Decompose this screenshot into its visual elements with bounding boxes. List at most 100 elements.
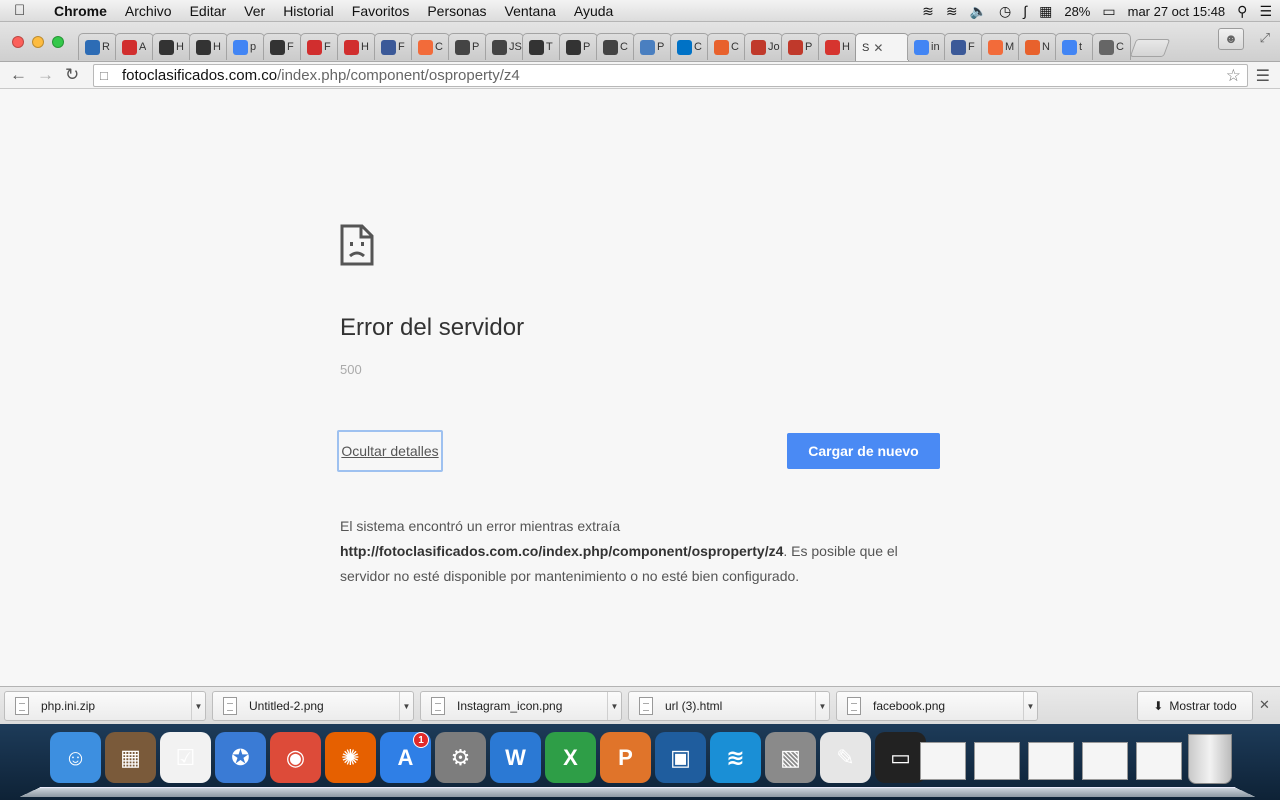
tab[interactable]: T (522, 33, 561, 60)
tab[interactable]: P (448, 33, 487, 60)
tab[interactable]: P (633, 33, 672, 60)
menu-editar[interactable]: Editar (181, 3, 236, 19)
menu-ver[interactable]: Ver (235, 3, 274, 19)
hide-details-button[interactable]: Ocultar detalles (337, 430, 443, 472)
close-tab-icon[interactable]: ✕ (873, 41, 883, 55)
menu-ayuda[interactable]: Ayuda (565, 3, 622, 19)
download-menu-arrow-icon[interactable]: ▼ (815, 692, 829, 720)
tab[interactable]: A (115, 33, 154, 60)
menu-ventana[interactable]: Ventana (496, 3, 565, 19)
trash-icon[interactable] (1188, 734, 1232, 784)
bose-connect-icon[interactable]: ≋ (710, 732, 761, 783)
bluetooth-icon[interactable]: ∫ (1023, 3, 1027, 19)
new-tab-button[interactable] (1129, 39, 1171, 57)
minimized-window-thumbnail[interactable] (1082, 742, 1128, 780)
download-item[interactable]: facebook.png ▼ (836, 691, 1038, 721)
download-menu-arrow-icon[interactable]: ▼ (191, 692, 205, 720)
virtualbox-icon[interactable]: ▣ (655, 732, 706, 783)
screen-capture-icon[interactable]: ▭ (875, 732, 926, 783)
clock[interactable]: mar 27 oct 15:48 (1128, 4, 1226, 19)
powerpoint-icon[interactable]: P (600, 732, 651, 783)
finder-icon[interactable]: ☺ (50, 732, 101, 783)
chrome-icon[interactable]: ◉ (270, 732, 321, 783)
app-store-icon[interactable]: A1 (380, 732, 431, 783)
tab[interactable]: C (670, 33, 709, 60)
notification-center-icon[interactable]: ☰ (1259, 3, 1272, 20)
download-item[interactable]: php.ini.zip ▼ (4, 691, 206, 721)
minimized-window-thumbnail[interactable] (920, 742, 966, 780)
apple-menu-icon[interactable]:  (14, 2, 42, 19)
menu-archivo[interactable]: Archivo (116, 3, 181, 19)
volume-icon[interactable]: 🔈 (970, 3, 987, 20)
firefox-icon[interactable]: ✺ (325, 732, 376, 783)
tab[interactable]: P (781, 33, 820, 60)
close-window-button[interactable] (12, 36, 24, 48)
input-flag-icon[interactable]: ▦ (1039, 3, 1052, 20)
minimized-window-thumbnail[interactable] (1136, 742, 1182, 780)
minimize-window-button[interactable] (32, 36, 44, 48)
fullscreen-icon[interactable]: ⤢ (1260, 30, 1270, 46)
tab[interactable]: t (1055, 33, 1094, 60)
download-menu-arrow-icon[interactable]: ▼ (607, 692, 621, 720)
tab[interactable]: in (907, 33, 946, 60)
chrome-menu-icon[interactable]: ☰ (1256, 66, 1270, 86)
tab[interactable]: H (818, 33, 857, 60)
tab[interactable]: H (152, 33, 191, 60)
tab[interactable]: H (189, 33, 228, 60)
tab[interactable]: JS (485, 33, 524, 60)
tab[interactable]: P (559, 33, 598, 60)
profile-button[interactable]: ☻ (1218, 28, 1244, 50)
reminders-icon[interactable]: ☑ (160, 732, 211, 783)
system-preferences-icon[interactable]: ⚙ (435, 732, 486, 783)
download-item[interactable]: Instagram_icon.png ▼ (420, 691, 622, 721)
preview-icon[interactable]: ▧ (765, 732, 816, 783)
back-icon[interactable]: ← (10, 65, 27, 85)
download-item[interactable]: url (3).html ▼ (628, 691, 830, 721)
tab[interactable]: R (78, 33, 117, 60)
minimized-window-thumbnail[interactable] (974, 742, 1020, 780)
tab[interactable]: M (981, 33, 1020, 60)
address-bar[interactable]: □ fotoclasificados.com.co/index.php/comp… (93, 64, 1248, 87)
tab[interactable]: F (263, 33, 302, 60)
menu-personas[interactable]: Personas (418, 3, 495, 19)
show-all-downloads-button[interactable]: ⬇ Mostrar todo (1137, 691, 1253, 721)
tab[interactable]: C (411, 33, 450, 60)
download-item[interactable]: Untitled-2.png ▼ (212, 691, 414, 721)
textedit-icon[interactable]: ✎ (820, 732, 871, 783)
tab[interactable]: H (337, 33, 376, 60)
battery-icon[interactable]: ▭ (1102, 3, 1115, 20)
forward-icon[interactable]: → (37, 65, 54, 85)
time-machine-icon[interactable]: ◷ (999, 3, 1011, 20)
tab[interactable]: p (226, 33, 265, 60)
safari-icon[interactable]: ✪ (215, 732, 266, 783)
spotlight-icon[interactable]: ⚲ (1237, 3, 1247, 20)
photo-booth-icon[interactable]: ▦ (105, 732, 156, 783)
bookmark-star-icon[interactable]: ☆ (1226, 66, 1241, 86)
menu-app-name[interactable]: Chrome (42, 3, 116, 19)
close-downloads-icon[interactable]: ✕ (1259, 697, 1270, 713)
battery-percent[interactable]: 28% (1064, 4, 1090, 19)
tab[interactable]: F (374, 33, 413, 60)
tab[interactable]: F (300, 33, 339, 60)
tab[interactable]: C (707, 33, 746, 60)
menu-favoritos[interactable]: Favoritos (343, 3, 419, 19)
tab[interactable]: C (1092, 33, 1131, 60)
excel-icon[interactable]: X (545, 732, 596, 783)
zoom-window-button[interactable] (52, 36, 64, 48)
reload-button[interactable]: Cargar de nuevo (787, 433, 940, 469)
download-menu-arrow-icon[interactable]: ▼ (399, 692, 413, 720)
tab[interactable]: N (1018, 33, 1057, 60)
wifi-app-icon[interactable]: ≋ (922, 3, 934, 20)
tab-active[interactable]: S ✕ (855, 33, 909, 61)
wifi-icon[interactable]: ≋ (946, 3, 958, 20)
menu-historial[interactable]: Historial (274, 3, 343, 19)
tab[interactable]: C (596, 33, 635, 60)
reload-icon[interactable]: ↻ (65, 65, 79, 85)
tab-title: R (102, 41, 110, 53)
word-icon[interactable]: W (490, 732, 541, 783)
download-menu-arrow-icon[interactable]: ▼ (1023, 692, 1037, 720)
tab[interactable]: F (944, 33, 983, 60)
tab[interactable]: Jo (744, 33, 783, 60)
error-page: Error del servidor 500 Ocultar detalles … (0, 90, 1280, 686)
minimized-window-thumbnail[interactable] (1028, 742, 1074, 780)
